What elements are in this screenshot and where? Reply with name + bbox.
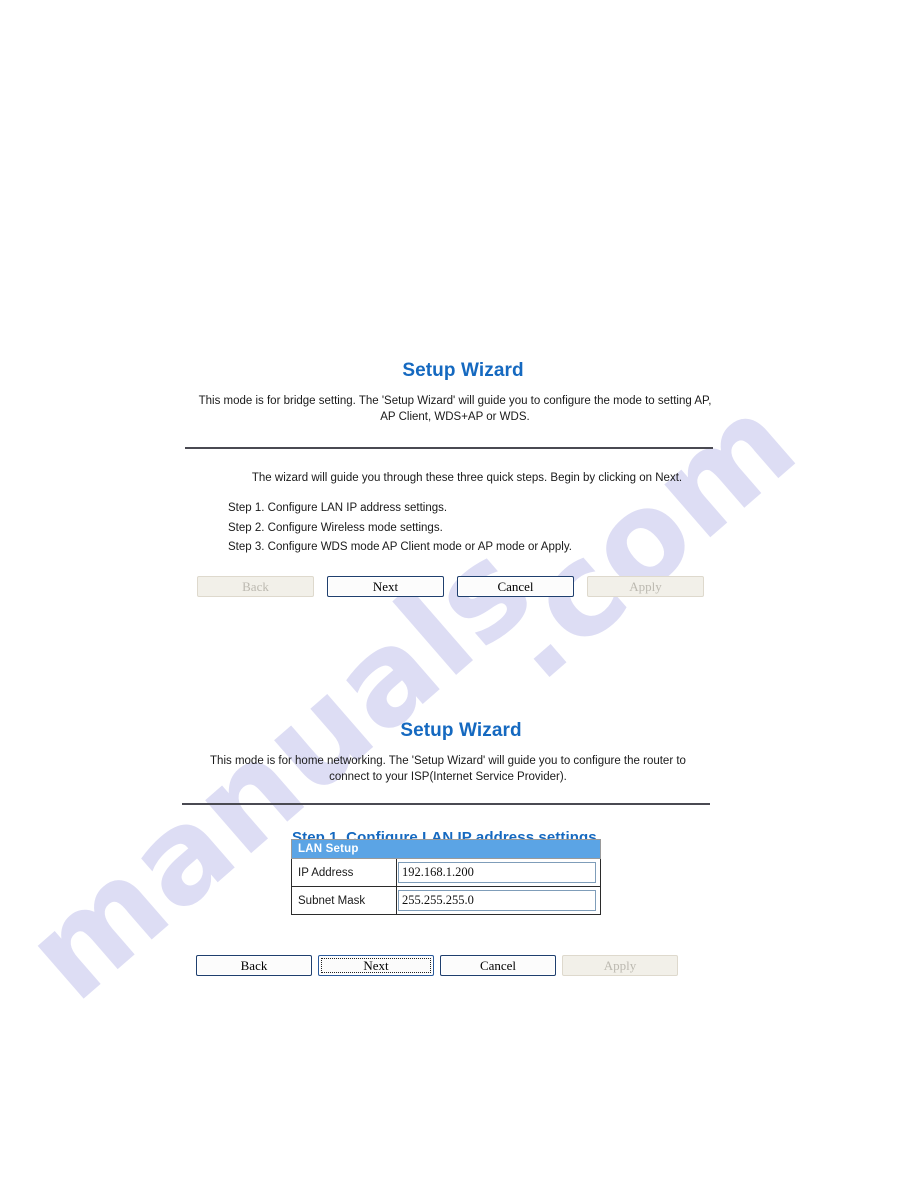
apply-button: Apply xyxy=(562,955,678,976)
subnet-mask-input[interactable] xyxy=(398,890,596,911)
back-button[interactable]: Back xyxy=(196,955,312,976)
section-divider xyxy=(185,447,713,449)
wizard-step-list: Step 1. Configure LAN IP address setting… xyxy=(228,499,572,558)
wizard-button-row-home: Back Next Cancel Apply xyxy=(0,955,918,976)
ip-address-label: IP Address xyxy=(291,858,397,887)
cancel-button[interactable]: Cancel xyxy=(457,576,574,597)
manual-page: Setup Wizard This mode is for bridge set… xyxy=(0,0,918,1188)
wizard-description: This mode is for bridge setting. The 'Se… xyxy=(198,395,712,423)
ip-address-input[interactable] xyxy=(398,862,596,883)
list-item: Step 2. Configure Wireless mode settings… xyxy=(228,521,443,534)
section-divider xyxy=(182,803,710,805)
cancel-button[interactable]: Cancel xyxy=(440,955,556,976)
next-button[interactable]: Next xyxy=(318,955,434,976)
subnet-mask-cell xyxy=(396,886,601,915)
page-title: Setup Wizard xyxy=(400,720,522,741)
apply-button: Apply xyxy=(587,576,704,597)
lan-setup-header: LAN Setup xyxy=(291,839,601,859)
table-header-row: LAN Setup xyxy=(291,839,601,859)
list-item: Step 3. Configure WDS mode AP Client mod… xyxy=(228,541,572,553)
wizard-description: This mode is for home networking. The 'S… xyxy=(210,755,686,783)
page-title: Setup Wizard xyxy=(402,360,524,381)
back-button: Back xyxy=(197,576,314,597)
next-button[interactable]: Next xyxy=(327,576,444,597)
setup-wizard-panel-home: Setup Wizard This mode is for home netwo… xyxy=(0,720,918,915)
subnet-mask-label: Subnet Mask xyxy=(291,886,397,915)
table-row: Subnet Mask xyxy=(291,886,601,915)
ip-address-cell xyxy=(396,858,601,887)
list-item: Step 1. Configure LAN IP address setting… xyxy=(228,502,448,514)
setup-wizard-panel-bridge: Setup Wizard This mode is for bridge set… xyxy=(0,360,918,553)
wizard-button-row-bridge: Back Next Cancel Apply xyxy=(0,576,918,597)
table-row: IP Address xyxy=(291,858,601,887)
wizard-intro-text: The wizard will guide you through these … xyxy=(251,471,683,484)
lan-setup-table: LAN Setup IP Address Subnet Mask xyxy=(291,839,601,915)
